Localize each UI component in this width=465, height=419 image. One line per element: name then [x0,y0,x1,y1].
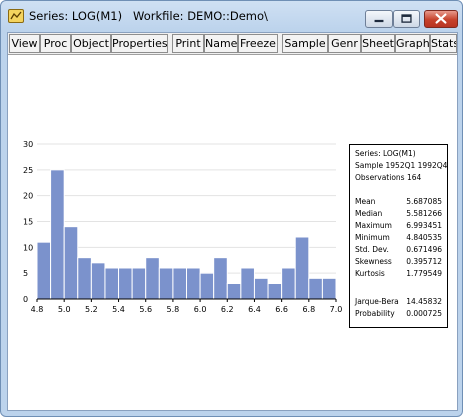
y-tick-label: 10 [23,243,33,252]
graph-button[interactable]: Graph [395,34,430,53]
stats-value: 6.993451 [406,221,442,230]
x-tick-label: 6.2 [221,305,234,314]
stats-value: 5.687085 [406,197,442,206]
stats-sample: Sample 1952Q1 1992Q4 [355,161,448,170]
x-tick-label: 5.8 [167,305,180,314]
stats-value: 0.395712 [406,257,442,266]
name-button[interactable]: Name [204,34,238,53]
x-tick-label: 5.0 [58,305,71,314]
histogram-bar [172,267,187,300]
sheet-button[interactable]: Sheet [361,34,395,53]
y-tick-label: 15 [23,218,33,227]
histogram-bar [36,241,52,300]
y-tick-label: 20 [23,192,33,201]
histogram-bar [158,267,174,300]
stats-value: 14.45832 [406,297,442,306]
histogram-bar [253,277,269,300]
stats-value: 5.581266 [406,209,442,218]
stats-label: Std. Dev. [355,245,389,254]
histogram-bar [63,226,79,300]
x-tick-label: 6.4 [248,305,261,314]
maximize-button[interactable] [393,10,420,28]
stats-label: Skewness [355,257,392,266]
x-tick-label: 6.6 [275,305,288,314]
stats-button[interactable]: Stats [430,34,457,53]
histogram-bar [131,267,147,300]
minimize-button[interactable] [365,10,393,28]
histogram-bar [199,272,215,300]
x-tick-label: 5.4 [112,305,125,314]
stats-label: Minimum [355,233,390,242]
properties-button[interactable]: Properties [111,34,168,53]
sample-button[interactable]: Sample [282,34,328,53]
histogram-bar [145,257,160,300]
histogram-bar [240,267,255,300]
minimize-icon [374,19,384,23]
title-bar[interactable]: Series: LOG(M1) Workfile: DEMO::Demo\ [1,1,462,29]
histogram-bar [281,267,296,300]
stats-observations: Observations 164 [355,173,422,182]
stats-label: Maximum [355,221,392,230]
y-tick-label: 25 [23,166,33,175]
histogram-bar [186,267,201,300]
object-button[interactable]: Object [71,34,111,53]
histogram-bar [308,277,323,300]
x-tick-label: 5.6 [139,305,152,314]
histogram-bar [213,257,228,300]
x-tick-label: 5.2 [85,305,98,314]
x-tick-label: 7.0 [330,305,343,314]
stats-label: Mean [355,197,376,206]
y-tick-label: 30 [23,140,33,149]
stats-label: Kurtosis [355,269,385,278]
stats-value: 4.840535 [406,233,442,242]
stats-series-name: Series: LOG(M1) [355,149,416,158]
stats-label: Probability [355,309,395,318]
stats-label: Jarque-Bera [355,297,399,306]
histogram-bar [90,262,106,300]
y-tick-label: 0 [23,295,28,304]
stats-value: 1.779549 [406,269,442,278]
close-icon [435,13,447,24]
proc-button[interactable]: Proc [40,34,71,53]
close-button[interactable] [424,10,458,28]
histogram-bar [294,236,310,300]
window-title: Series: LOG(M1) Workfile: DEMO::Demo\ [29,9,268,23]
histogram-bar [77,257,92,300]
x-tick-label: 6.0 [194,305,207,314]
stats-value: 0.000725 [406,309,442,318]
histogram-bar [321,277,337,300]
series-view: View Proc Object Properties Print Name F… [7,32,458,411]
histogram-bar [118,267,133,300]
stats-label: Median [355,209,383,218]
x-tick-label: 4.8 [31,305,44,314]
y-tick-label: 5 [23,269,28,278]
maximize-icon [401,14,412,23]
toolbar: View Proc Object Properties Print Name F… [8,33,457,55]
view-button[interactable]: View [9,34,40,53]
series-icon [8,9,24,23]
histogram-bar [226,283,242,300]
print-button[interactable]: Print [172,34,204,53]
histogram-bar [267,283,283,300]
histogram-bar [104,267,120,300]
genr-button[interactable]: Genr [328,34,361,53]
descriptive-stats-box: Series: LOG(M1) Sample 1952Q1 1992Q4 Obs… [349,144,448,328]
series-window: Series: LOG(M1) Workfile: DEMO::Demo\ Vi… [0,0,463,417]
histogram-bar [50,169,65,300]
stats-value: 0.671496 [406,245,442,254]
x-tick-label: 6.8 [302,305,315,314]
freeze-button[interactable]: Freeze [238,34,278,53]
